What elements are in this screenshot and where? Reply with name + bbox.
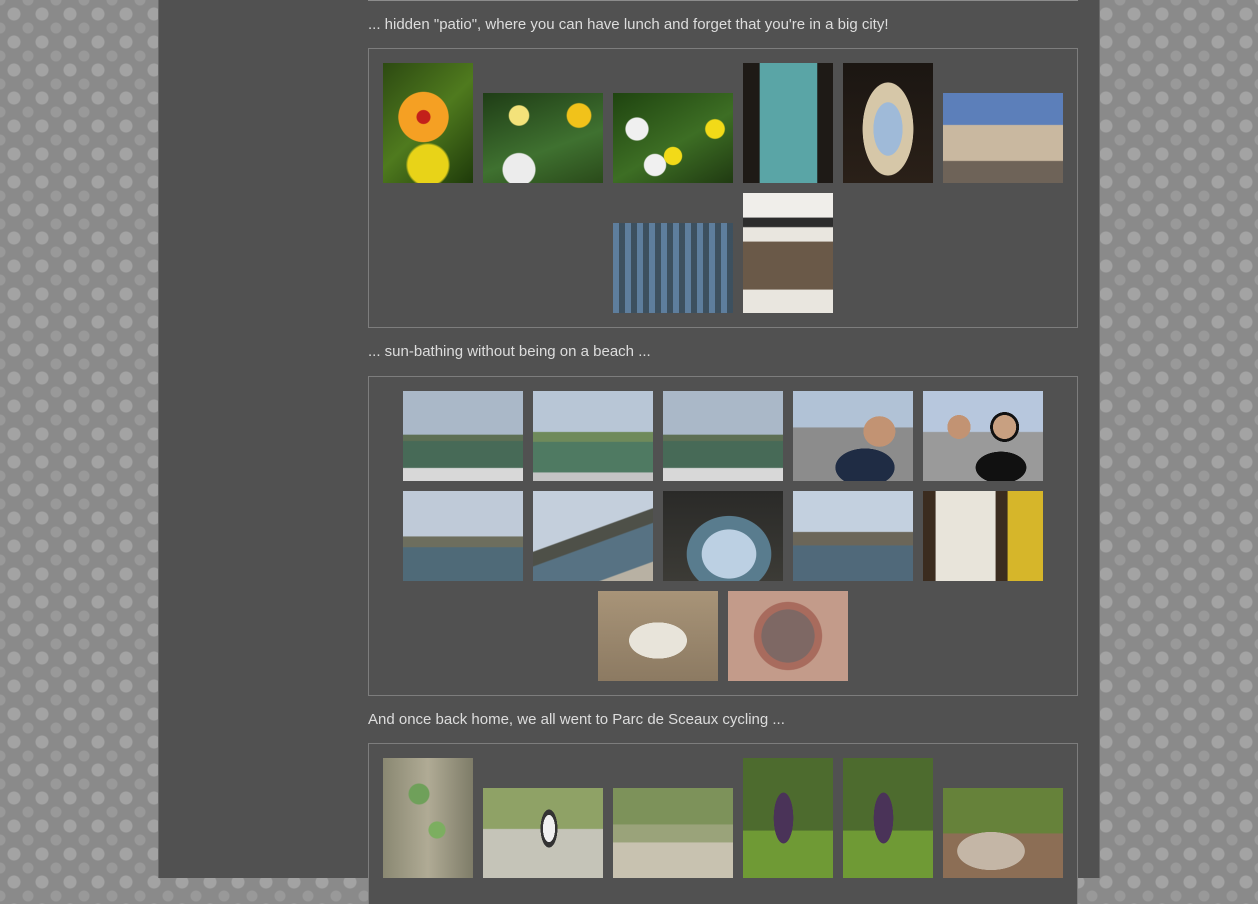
photo-street[interactable] (943, 93, 1063, 183)
photo-couple[interactable] (923, 391, 1043, 481)
divider (368, 0, 1078, 1)
photo-sunflowers[interactable] (613, 93, 733, 183)
photo-bike[interactable] (483, 788, 603, 878)
photo-tree[interactable] (943, 788, 1063, 878)
gallery-cycling (368, 743, 1078, 904)
gallery-sunbathing (368, 376, 1078, 696)
caption-sunbathing: ... sun-bathing without being on a beach… (368, 343, 651, 360)
photo-girls-2[interactable] (843, 758, 933, 878)
gallery-patio (368, 48, 1078, 328)
photo-calla-lilies[interactable] (483, 93, 603, 183)
caption-patio: ... hidden "patio", where you can have l… (368, 16, 889, 33)
photo-pond-3[interactable] (663, 391, 783, 481)
photo-bridge[interactable] (663, 491, 783, 581)
photo-man[interactable] (793, 391, 913, 481)
photo-plaque[interactable] (743, 63, 833, 183)
photo-wilde-plaque[interactable] (598, 591, 718, 681)
photo-kids-cycling[interactable] (613, 788, 733, 878)
photo-seine-2[interactable] (533, 491, 653, 581)
photo-poster[interactable] (923, 491, 1043, 581)
photo-seine-1[interactable] (403, 491, 523, 581)
photo-girls-1[interactable] (743, 758, 833, 878)
photo-shop[interactable] (743, 193, 833, 313)
photo-orsay[interactable] (793, 491, 913, 581)
photo-hibiscus[interactable] (383, 63, 473, 183)
photo-pond-2[interactable] (533, 391, 653, 481)
photo-ivy[interactable] (383, 758, 473, 878)
photo-manhole[interactable] (728, 591, 848, 681)
photo-archway[interactable] (843, 63, 933, 183)
caption-cycling: And once back home, we all went to Parc … (368, 711, 785, 728)
photo-madeleine[interactable] (613, 223, 733, 313)
photo-pond-1[interactable] (403, 391, 523, 481)
